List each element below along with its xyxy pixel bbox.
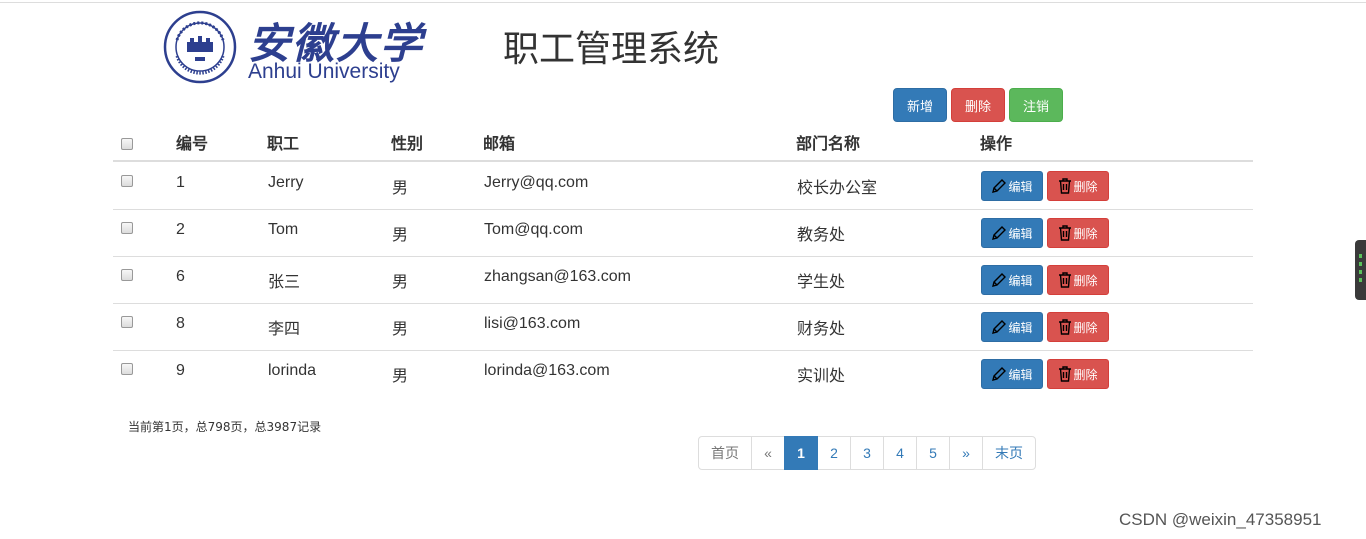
header-action: 操作 xyxy=(980,134,1013,153)
header-gender: 性别 xyxy=(391,134,424,153)
logout-button[interactable]: 注销 xyxy=(1009,88,1063,122)
cell-id: 6 xyxy=(176,268,185,285)
delete-button[interactable]: 删除 xyxy=(1047,171,1109,201)
table-row: 9 lorinda 男 lorinda@163.com 实训处 编辑 删除 xyxy=(113,350,1253,397)
cell-id: 2 xyxy=(176,221,185,238)
edit-button[interactable]: 编辑 xyxy=(981,359,1043,389)
edit-button[interactable]: 编辑 xyxy=(981,312,1043,342)
header-department: 部门名称 xyxy=(796,134,861,153)
row-checkbox[interactable] xyxy=(121,175,133,187)
table-row: 8 李四 男 lisi@163.com 财务处 编辑 删除 xyxy=(113,303,1253,351)
pagination-page-5[interactable]: 5 xyxy=(916,436,950,470)
cell-gender: 男 xyxy=(392,366,409,385)
cell-gender: 男 xyxy=(392,178,409,197)
table-row: 2 Tom 男 Tom@qq.com 教务处 编辑 删除 xyxy=(113,209,1253,257)
row-checkbox[interactable] xyxy=(121,269,133,281)
edit-label: 编辑 xyxy=(1008,273,1033,288)
header-name: 职工 xyxy=(267,134,300,153)
edit-label: 编辑 xyxy=(1008,179,1033,194)
delete-label: 删除 xyxy=(1073,367,1098,382)
pencil-icon xyxy=(992,226,1007,240)
cell-department: 校长办公室 xyxy=(797,178,878,197)
top-divider xyxy=(0,2,1366,3)
cell-id: 9 xyxy=(176,362,185,379)
row-checkbox[interactable] xyxy=(121,222,133,234)
add-button[interactable]: 新增 xyxy=(893,88,947,122)
header-id: 编号 xyxy=(176,134,209,153)
page-info-text: 当前第1页，总798页，总3987记录 xyxy=(128,420,322,434)
cell-email: Tom@qq.com xyxy=(484,221,583,238)
cell-email: lisi@163.com xyxy=(484,315,581,332)
select-all-checkbox[interactable] xyxy=(121,138,133,150)
pagination-last[interactable]: 末页 xyxy=(982,436,1036,470)
cell-name: 张三 xyxy=(268,272,301,291)
row-checkbox[interactable] xyxy=(121,363,133,375)
pagination: 首页 « 1 2 3 4 5 » 末页 xyxy=(698,436,1036,470)
pencil-icon xyxy=(992,273,1007,287)
table-row: 1 Jerry 男 Jerry@qq.com 校长办公室 编辑 删除 xyxy=(113,162,1253,210)
pagination-page-1[interactable]: 1 xyxy=(784,436,818,470)
cell-department: 实训处 xyxy=(797,366,846,385)
edit-label: 编辑 xyxy=(1008,226,1033,241)
cell-email: lorinda@163.com xyxy=(484,362,610,379)
table-row: 6 张三 男 zhangsan@163.com 学生处 编辑 删除 xyxy=(113,256,1253,304)
cell-department: 教务处 xyxy=(797,225,846,244)
trash-icon xyxy=(1059,225,1072,241)
cell-id: 1 xyxy=(176,174,185,191)
logo-english-name: Anhui University xyxy=(248,60,400,83)
trash-icon xyxy=(1059,366,1072,382)
pagination-prev[interactable]: « xyxy=(751,436,785,470)
cell-name: 李四 xyxy=(268,319,301,338)
pagination-next[interactable]: » xyxy=(949,436,983,470)
edit-button[interactable]: 编辑 xyxy=(981,171,1043,201)
edit-label: 编辑 xyxy=(1008,367,1033,382)
trash-icon xyxy=(1059,319,1072,335)
delete-button[interactable]: 删除 xyxy=(1047,265,1109,295)
pencil-icon xyxy=(992,320,1007,334)
delete-label: 删除 xyxy=(1073,273,1098,288)
cell-gender: 男 xyxy=(392,319,409,338)
cell-gender: 男 xyxy=(392,272,409,291)
delete-label: 删除 xyxy=(1073,320,1098,335)
university-logo: 安徽大学 Anhui University xyxy=(160,8,422,86)
watermark-text: CSDN @weixin_47358951 xyxy=(1119,510,1322,529)
university-seal-icon xyxy=(163,10,237,84)
edit-label: 编辑 xyxy=(1008,320,1033,335)
table-header: 编号 职工 性别 邮箱 部门名称 操作 xyxy=(113,118,1253,162)
cell-gender: 男 xyxy=(392,225,409,244)
cell-department: 学生处 xyxy=(797,272,846,291)
edit-button[interactable]: 编辑 xyxy=(981,218,1043,248)
pagination-page-4[interactable]: 4 xyxy=(883,436,917,470)
cell-department: 财务处 xyxy=(797,319,846,338)
edit-button[interactable]: 编辑 xyxy=(981,265,1043,295)
delete-button[interactable]: 删除 xyxy=(1047,359,1109,389)
cell-name: Jerry xyxy=(268,174,304,191)
pencil-icon xyxy=(992,179,1007,193)
cell-name: lorinda xyxy=(268,362,317,379)
pagination-first[interactable]: 首页 xyxy=(698,436,752,470)
trash-icon xyxy=(1059,178,1072,194)
cell-email: zhangsan@163.com xyxy=(484,268,631,285)
cell-email: Jerry@qq.com xyxy=(484,174,589,191)
delete-button[interactable]: 删除 xyxy=(1047,218,1109,248)
side-widget-handle[interactable] xyxy=(1355,240,1366,300)
cell-id: 8 xyxy=(176,315,185,332)
pagination-page-2[interactable]: 2 xyxy=(817,436,851,470)
trash-icon xyxy=(1059,272,1072,288)
delete-selected-button[interactable]: 删除 xyxy=(951,88,1005,122)
delete-label: 删除 xyxy=(1073,226,1098,241)
delete-button[interactable]: 删除 xyxy=(1047,312,1109,342)
row-checkbox[interactable] xyxy=(121,316,133,328)
cell-name: Tom xyxy=(268,221,299,238)
delete-label: 删除 xyxy=(1073,179,1098,194)
pencil-icon xyxy=(992,367,1007,381)
header-email: 邮箱 xyxy=(483,134,516,153)
page-title: 职工管理系统 xyxy=(503,29,720,70)
pagination-page-3[interactable]: 3 xyxy=(850,436,884,470)
